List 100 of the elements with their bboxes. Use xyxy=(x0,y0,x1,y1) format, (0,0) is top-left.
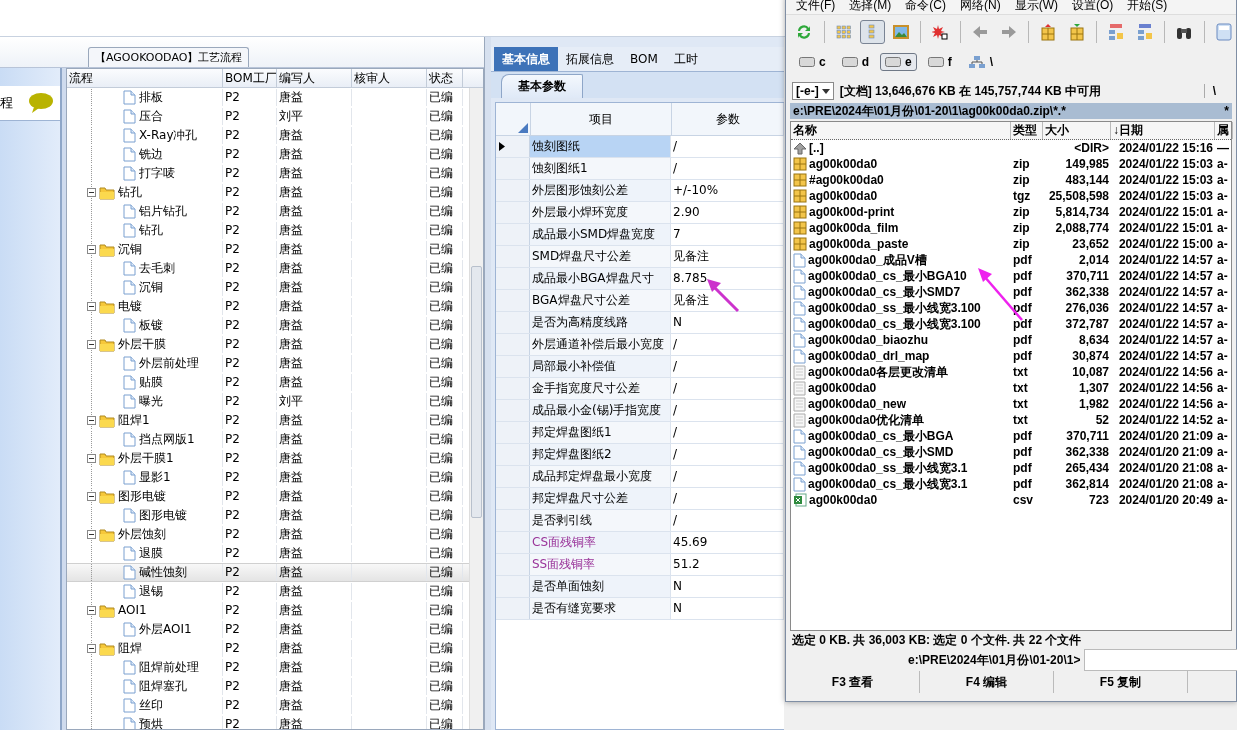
collapse-icon[interactable] xyxy=(87,454,96,463)
tab[interactable]: 拓展信息 xyxy=(558,47,622,71)
file-row[interactable]: ag00k00da0各层更改清单 txt 10,087 2024/01/22 14:56 a- xyxy=(791,364,1231,380)
parameter-row[interactable]: 外层最小焊环宽度 2.90 xyxy=(496,202,784,224)
group-title[interactable]: 【AGOOKOODAO】工艺流程 xyxy=(88,47,250,67)
file-row[interactable]: ag00k00da0_biaozhu pdf 8,634 2024/01/22 14:57 a- xyxy=(791,332,1231,348)
author-cell: 唐益 xyxy=(279,146,303,163)
file-row[interactable]: ag00k00da0_cs_最小SMD7 pdf 362,338 2024/01/22 14:57 a- xyxy=(791,284,1231,300)
process-name: X-Ray冲孔 xyxy=(139,127,198,144)
file-row[interactable]: ag00k00da0_成品V槽 pdf 2,014 2024/01/22 14:57 a- xyxy=(791,252,1231,268)
column-header[interactable]: 类型 xyxy=(1011,122,1043,139)
collapse-icon[interactable] xyxy=(87,340,96,349)
parameter-row[interactable]: CS面残铜率 45.69 xyxy=(496,532,784,554)
collapse-icon[interactable] xyxy=(87,606,96,615)
splitter[interactable] xyxy=(484,37,491,730)
scrollbar[interactable] xyxy=(469,88,483,729)
parameter-row[interactable]: SMD焊盘尺寸公差 见备注 xyxy=(496,246,784,268)
process-row[interactable]: 碱性蚀刻 P2 唐益 已编 xyxy=(67,563,469,582)
collapse-icon[interactable] xyxy=(87,530,96,539)
drive-button[interactable]: f xyxy=(922,53,957,71)
file-row[interactable]: ag00k00da0_drl_map pdf 30,874 2024/01/22 14:57 a- xyxy=(791,348,1231,364)
file-row[interactable]: ag00k00da_film zip 2,088,774 2024/01/22 15:01 a- xyxy=(791,220,1231,236)
command-field[interactable] xyxy=(1084,649,1237,671)
file-row[interactable]: ag00k00da0优化清单 txt 52 2024/01/22 14:52 a- xyxy=(791,412,1231,428)
collapse-icon[interactable] xyxy=(87,245,96,254)
menu-item[interactable]: 开始(S) xyxy=(1127,0,1168,14)
collapse-icon[interactable] xyxy=(87,492,96,501)
file-row[interactable]: ag00k00da0_cs_最小线宽3.100 pdf 372,787 2024/01/22 14:57 a- xyxy=(791,316,1231,332)
collapse-icon[interactable] xyxy=(87,188,96,197)
column-header[interactable]: 大小 xyxy=(1043,122,1111,139)
tab[interactable]: 工时 xyxy=(665,47,706,71)
function-key-button[interactable]: F5 复制 xyxy=(1054,671,1188,693)
column-header[interactable]: 名称 xyxy=(791,122,1011,139)
collapse-icon[interactable] xyxy=(87,302,96,311)
column-header[interactable]: 编写人 xyxy=(277,69,352,87)
column-header[interactable]: 项目 xyxy=(531,103,672,135)
parameter-name: SS面残铜率 xyxy=(530,554,671,575)
author-cell: 唐益 xyxy=(279,545,303,562)
parameter-row[interactable]: 成品邦定焊盘最小宽度 / xyxy=(496,466,784,488)
parameter-row[interactable]: BGA焊盘尺寸公差 见备注 xyxy=(496,290,784,312)
drive-button[interactable]: e xyxy=(880,53,917,71)
file-row[interactable]: ag00k00da0_cs_最小BGA10 pdf 370,711 2024/01/22 14:57 a- xyxy=(791,268,1231,284)
parameter-row[interactable]: 成品最小BGA焊盘尺寸 8.785 xyxy=(496,268,784,290)
file-row[interactable]: ag00k00d-print zip 5,814,734 2024/01/22 15:01 a- xyxy=(791,204,1231,220)
parameter-row[interactable]: 蚀刻图纸1 / xyxy=(496,158,784,180)
file-row[interactable]: ag00k00da0 tgz 25,508,598 2024/01/22 15:03 a- xyxy=(791,188,1231,204)
parameter-row[interactable]: 蚀刻图纸 / xyxy=(496,136,784,158)
collapse-icon[interactable] xyxy=(87,416,96,425)
file-row[interactable]: ag00k00da0_ss_最小线宽3.100 pdf 276,036 2024/01/22 14:57 a- xyxy=(791,300,1231,316)
drive-button[interactable]: c xyxy=(794,53,831,71)
parameter-row[interactable]: 邦定焊盘尺寸公差 / xyxy=(496,488,784,510)
file-row[interactable]: ag00k00da_paste zip 23,652 2024/01/22 15:00 a- xyxy=(791,236,1231,252)
parameter-row[interactable]: 外层图形蚀刻公差 +/-10% xyxy=(496,180,784,202)
speech-bubble-icon[interactable] xyxy=(28,92,54,114)
menu-item[interactable]: 设置(O) xyxy=(1072,0,1114,14)
column-header[interactable]: BOM工厂 xyxy=(223,69,277,87)
column-header[interactable]: 属 xyxy=(1215,122,1233,139)
column-header[interactable]: ↓日期 xyxy=(1111,122,1215,139)
function-key-button[interactable]: F4 编辑 xyxy=(920,671,1054,693)
menu-item[interactable]: 网络(N) xyxy=(960,0,1001,14)
file-size: 25,508,598 xyxy=(1048,189,1109,203)
status-cell: 已编 xyxy=(429,583,453,600)
parameter-row[interactable]: 是否剥引线 / xyxy=(496,510,784,532)
collapse-icon[interactable] xyxy=(87,644,96,653)
parameter-row[interactable]: 邦定焊盘图纸2 / xyxy=(496,444,784,466)
parameter-row[interactable]: 外层通道补偿后最小宽度 / xyxy=(496,334,784,356)
file-row[interactable]: ag00k00da0_cs_最小线宽3.1 pdf 362,814 2024/01/20 21:08 a- xyxy=(791,476,1231,492)
file-row[interactable]: #ag00k00da0 zip 483,144 2024/01/22 15:03 a- xyxy=(791,172,1231,188)
row-header[interactable] xyxy=(496,136,530,157)
file-row[interactable]: [..] <DIR> 2024/01/22 15:16 — xyxy=(791,140,1231,156)
parameter-row[interactable]: 金手指宽度尺寸公差 / xyxy=(496,378,784,400)
tab[interactable]: 基本信息 xyxy=(494,47,558,71)
file-row[interactable]: ag00k00da0_cs_最小SMD pdf 362,338 2024/01/20 21:09 a- xyxy=(791,444,1231,460)
menu-item[interactable]: 显示(W) xyxy=(1014,0,1058,14)
drive-dropdown[interactable]: [-e-] xyxy=(792,82,834,100)
root-button[interactable]: \ xyxy=(1203,84,1224,98)
subtab[interactable]: 基本参数 xyxy=(501,74,583,98)
parameter-row[interactable]: 是否单面蚀刻 N xyxy=(496,576,784,598)
parameter-row[interactable]: 邦定焊盘图纸1 / xyxy=(496,422,784,444)
column-header[interactable]: 流程 xyxy=(67,69,223,87)
parameter-row[interactable]: 是否为高精度线路 N xyxy=(496,312,784,334)
menu-item[interactable]: 选择(M) xyxy=(849,0,892,14)
file-row[interactable]: ag00k00da0 txt 1,307 2024/01/22 14:56 a- xyxy=(791,380,1231,396)
file-row[interactable]: ag00k00da0 csv 723 2024/01/20 20:49 a- xyxy=(791,492,1231,508)
parameter-row[interactable]: 局部最小补偿值 / xyxy=(496,356,784,378)
column-header[interactable]: 核审人 xyxy=(352,69,427,87)
drive-button[interactable]: d xyxy=(836,53,875,71)
file-row[interactable]: ag00k00da0 zip 149,985 2024/01/22 15:03 a- xyxy=(791,156,1231,172)
file-row[interactable]: ag00k00da0_ss_最小线宽3.1 pdf 265,434 2024/01/20 21:08 a- xyxy=(791,460,1231,476)
menu-item[interactable]: 命令(C) xyxy=(905,0,946,14)
file-row[interactable]: ag00k00da0_cs_最小BGA pdf 370,711 2024/01/20 21:09 a- xyxy=(791,428,1231,444)
function-key-button[interactable]: F3 查看 xyxy=(786,671,920,693)
parameter-row[interactable]: SS面残铜率 51.2 xyxy=(496,554,784,576)
tab[interactable]: BOM xyxy=(622,47,666,71)
file-row[interactable]: ag00k00da0_new txt 1,982 2024/01/22 14:56 a- xyxy=(791,396,1231,412)
parameter-row[interactable]: 成品最小SMD焊盘宽度 7 xyxy=(496,224,784,246)
column-header[interactable]: 状态 xyxy=(427,69,463,87)
drive-button[interactable]: \ xyxy=(962,53,999,71)
parameter-row[interactable]: 是否有缝宽要求 N xyxy=(496,598,784,620)
parameter-row[interactable]: 成品最小金(锡)手指宽度 / xyxy=(496,400,784,422)
